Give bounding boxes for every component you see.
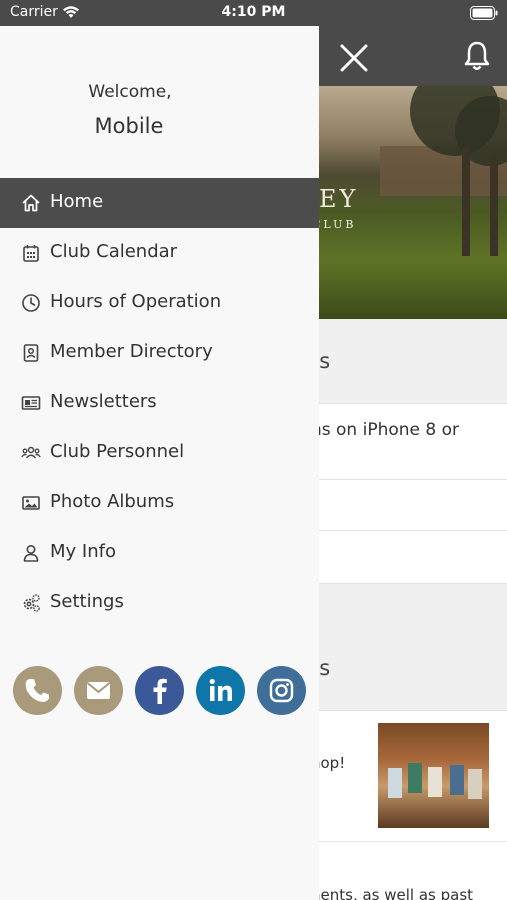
linkedin-button[interactable] [196, 666, 245, 715]
phone-icon [25, 679, 49, 702]
menu-item-label: Settings [50, 591, 124, 612]
welcome-label: Welcome, [88, 82, 172, 102]
list-item-text: nents, as well as past [311, 886, 474, 900]
battery-icon [470, 6, 498, 20]
facebook-button[interactable] [135, 666, 184, 715]
menu-item-club-calendar[interactable]: Club Calendar [0, 228, 319, 278]
username-label: Mobile [94, 114, 164, 138]
menu-item-label: Home [50, 191, 104, 212]
photo-detail [428, 767, 442, 797]
status-time: 4:10 PM [221, 4, 286, 20]
menu-item-label: Newsletters [50, 391, 157, 412]
list-item-text: ns on iPhone 8 or [311, 420, 460, 440]
gears-icon [23, 594, 40, 612]
clock-icon [22, 294, 40, 312]
newspaper-icon [21, 396, 41, 410]
menu-item-label: Photo Albums [50, 491, 175, 512]
menu-item-club-personnel[interactable]: Club Personnel [0, 428, 319, 478]
user-icon [23, 544, 39, 562]
people-icon [21, 446, 41, 459]
close-icon[interactable] [338, 42, 370, 74]
photo-detail [450, 765, 464, 795]
contact-book-icon [23, 344, 39, 362]
menu-item-label: Club Personnel [50, 441, 185, 462]
menu-item-label: Club Calendar [50, 241, 178, 262]
bell-icon[interactable] [462, 40, 492, 72]
menu-item-label: My Info [50, 541, 116, 562]
image-icon [22, 496, 40, 510]
pro-shop-photo[interactable] [378, 723, 489, 828]
menu-item-member-directory[interactable]: Member Directory [0, 328, 319, 378]
photo-detail [388, 768, 402, 798]
menu-item-photo-albums[interactable]: Photo Albums [0, 478, 319, 528]
status-bar: Carrier 4:10 PM [0, 0, 507, 26]
menu-item-my-info[interactable]: My Info [0, 528, 319, 578]
menu-item-label: Member Directory [50, 341, 213, 362]
hero-tree-trunk [462, 146, 470, 256]
phone-button[interactable] [13, 666, 62, 715]
hero-tree-trunk [490, 156, 498, 256]
side-drawer: Welcome, Mobile Home Club Calendar Hours… [0, 26, 319, 900]
menu-item-newsletters[interactable]: Newsletters [0, 378, 319, 428]
email-icon [86, 682, 111, 699]
menu-item-home[interactable]: Home [0, 178, 319, 228]
calendar-icon [23, 245, 39, 262]
email-button[interactable] [74, 666, 123, 715]
instagram-icon [269, 678, 294, 703]
photo-detail [468, 769, 482, 799]
instagram-button[interactable] [257, 666, 306, 715]
facebook-icon [153, 678, 167, 704]
photo-detail [408, 763, 422, 793]
home-icon [22, 194, 40, 212]
menu-item-settings[interactable]: Settings [0, 578, 319, 628]
linkedin-icon [209, 678, 232, 701]
menu-item-label: Hours of Operation [50, 291, 222, 312]
social-links [13, 666, 313, 716]
menu-item-hours-of-operation[interactable]: Hours of Operation [0, 278, 319, 328]
drawer-menu: Home Club Calendar Hours of Operation Me… [0, 178, 319, 628]
